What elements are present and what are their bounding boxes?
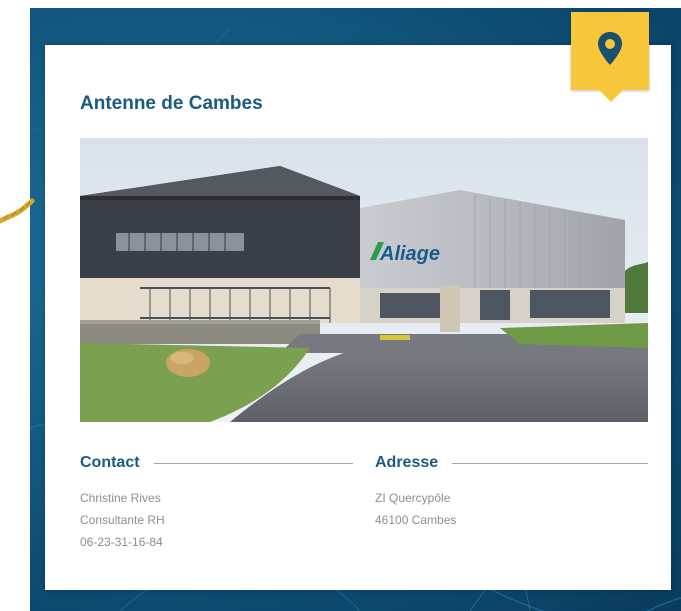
contact-name: Christine Rives [80, 491, 161, 505]
contact-phone[interactable]: 06-23-31-16-84 [80, 531, 165, 553]
agency-photo: Aliage [80, 138, 648, 422]
contact-section-header: Contact [80, 451, 353, 475]
contact-divider [153, 462, 353, 464]
map-pin-icon [598, 32, 622, 65]
address-line2: 46100 Cambes [375, 513, 457, 527]
location-badge [571, 12, 649, 102]
address-divider [452, 462, 648, 464]
contact-heading: Contact [80, 454, 140, 471]
rope-decoration [0, 198, 35, 224]
contact-role: Consultante RH [80, 513, 165, 527]
address-section-header: Adresse [375, 451, 648, 475]
agency-title: Antenne de Cambes [80, 93, 263, 114]
aliage-sign: Aliage [379, 243, 440, 265]
address-line1: ZI Quercypôle [375, 491, 451, 505]
contact-details: Christine Rives Consultante RH 06-23-31-… [80, 487, 165, 553]
address-heading: Adresse [375, 454, 439, 471]
address-details: ZI Quercypôle 46100 Cambes [375, 487, 456, 531]
